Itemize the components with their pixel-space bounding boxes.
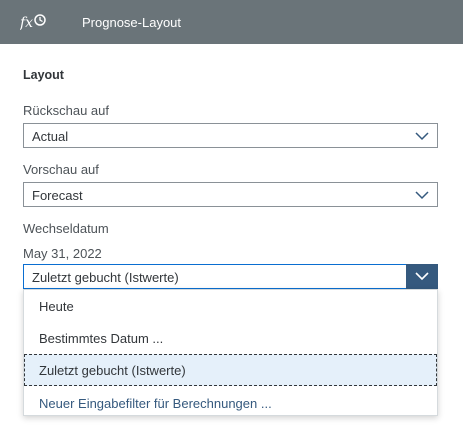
switch-date-select[interactable]: Zuletzt gebucht (Istwerte) [23,264,438,289]
panel-title: Prognose-Layout [82,15,182,30]
switch-date-value: May 31, 2022 [23,246,102,261]
dropdown-option-heute[interactable]: Heute [24,290,437,322]
dropdown-option-bestimmtes-datum[interactable]: Bestimmtes Datum ... [24,322,437,354]
preview-select-value: Forecast [32,188,83,203]
switch-date-dropdown-list: Heute Bestimmtes Datum ... Zuletzt gebuc… [23,289,438,416]
option-label: Bestimmtes Datum ... [39,331,164,346]
chevron-down-icon [415,272,429,281]
switch-date-select-value: Zuletzt gebucht (Istwerte) [32,270,179,285]
panel-header: fx Prognose-Layout [0,0,463,44]
svg-text:fx: fx [20,15,33,31]
chevron-down-icon [415,191,429,200]
section-title-layout: Layout [23,68,64,82]
preview-select[interactable]: Forecast [23,182,438,207]
switch-date-label: Wechseldatum [23,221,109,236]
option-label: Neuer Eingabefilter für Berechnungen ... [39,396,272,411]
option-label: Heute [39,299,74,314]
formula-clock-icon: fx [20,14,46,31]
review-label: Rückschau auf [23,103,109,118]
option-label: Zuletzt gebucht (Istwerte) [39,363,186,378]
chevron-down-icon [415,132,429,141]
dropdown-toggle-button[interactable] [406,264,438,289]
preview-label: Vorschau auf [23,162,99,177]
review-select-value: Actual [32,129,69,144]
dropdown-option-neuer-eingabefilter[interactable]: Neuer Eingabefilter für Berechnungen ... [24,387,437,419]
review-select[interactable]: Actual [23,123,438,148]
dropdown-option-zuletzt-gebucht[interactable]: Zuletzt gebucht (Istwerte) [24,354,437,386]
